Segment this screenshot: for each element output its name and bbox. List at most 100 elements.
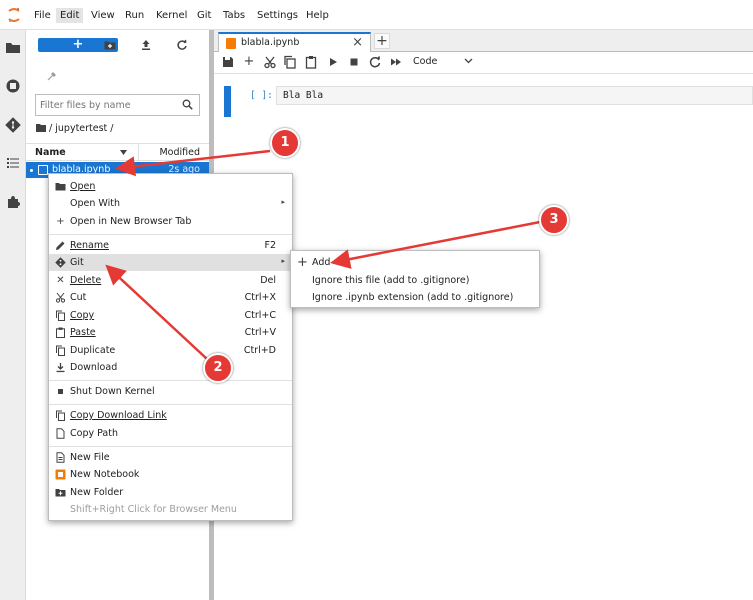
new-folder-icon[interactable] [104, 38, 116, 52]
menu-item-browser-menu-hint: Shift+Right Click for Browser Menu [49, 501, 292, 518]
add-tab-button[interactable]: + [374, 33, 390, 49]
menu-run[interactable]: Run [121, 8, 148, 23]
close-icon[interactable]: × [352, 35, 363, 50]
folder-icon [55, 183, 66, 191]
fast-forward-icon[interactable] [389, 55, 403, 69]
menu-item-label: Download [70, 362, 118, 373]
menu-edit[interactable]: Edit [56, 8, 84, 23]
menu-item-shortcut: Ctrl+D [243, 345, 276, 356]
menu-item-duplicate[interactable]: Duplicate Ctrl+D [49, 342, 292, 359]
menu-item-label: New File [70, 452, 110, 463]
plus-icon: + [56, 216, 65, 227]
filter-input[interactable] [40, 98, 175, 112]
menu-item-open-new-tab[interactable]: + Open in New Browser Tab [49, 213, 292, 230]
menu-item-copy-path[interactable]: Copy Path [49, 425, 292, 442]
menu-item-git[interactable]: Git ▸ [49, 254, 292, 271]
copy-icon[interactable] [283, 55, 297, 69]
menu-item-shut-down-kernel[interactable]: Shut Down Kernel [49, 383, 292, 400]
breadcrumb-path[interactable]: / jupytertest / [49, 123, 113, 134]
git-icon [55, 257, 66, 268]
running-indicator-icon [30, 169, 33, 172]
restart-icon[interactable] [368, 55, 382, 69]
menu-item-git-add[interactable]: + Add [291, 254, 539, 271]
menu-separator [49, 234, 292, 235]
menu-item-open-with[interactable]: Open With ▸ [49, 195, 292, 212]
menu-view[interactable]: View [87, 8, 119, 23]
menu-item-shortcut: Del [260, 275, 276, 286]
paste-icon[interactable] [304, 55, 318, 69]
menu-item-open[interactable]: Open [49, 178, 292, 195]
menu-bar: File Edit View Run Kernel Git Tabs Setti… [0, 0, 753, 30]
menu-item-download[interactable]: Download [49, 359, 292, 376]
menu-item-new-folder[interactable]: New Folder [49, 484, 292, 501]
notebook-icon [226, 38, 236, 49]
cell-collapser[interactable] [224, 86, 231, 117]
menu-item-label: Cut [70, 292, 87, 303]
menu-file[interactable]: File [30, 8, 55, 23]
git-icon[interactable] [5, 117, 21, 133]
cell-source: Bla Bla [283, 90, 324, 101]
paste-icon [56, 327, 65, 338]
menu-item-delete[interactable]: ✕ Delete Del [49, 272, 292, 289]
menu-tabs[interactable]: Tabs [219, 8, 249, 23]
annotation-badge-3: 3 [539, 205, 569, 235]
menu-item-label: Open [70, 181, 96, 192]
cut-icon[interactable] [263, 55, 277, 69]
tab-title: blabla.ipynb [241, 37, 300, 48]
running-kernels-icon[interactable] [5, 78, 21, 94]
menu-separator [49, 380, 292, 381]
table-of-contents-icon[interactable] [5, 155, 21, 171]
folder-icon[interactable] [36, 123, 46, 132]
column-divider[interactable] [138, 144, 139, 162]
insert-cell-icon[interactable]: + [242, 55, 256, 69]
duplicate-icon [56, 345, 65, 356]
refresh-icon[interactable] [176, 38, 188, 52]
notebook-icon [38, 165, 48, 175]
menu-item-rename[interactable]: Rename F2 [49, 237, 292, 254]
menu-item-label: Delete [70, 275, 102, 286]
tab-notebook[interactable]: blabla.ipynb × [218, 32, 371, 53]
menu-item-label: Ignore .ipynb extension (add to .gitigno… [312, 292, 514, 303]
menu-item-ignore-file[interactable]: Ignore this file (add to .gitignore) [291, 272, 539, 289]
menu-item-label: Add [312, 257, 331, 268]
run-icon[interactable] [326, 55, 340, 69]
filter-box [35, 94, 200, 116]
menu-item-label: Shift+Right Click for Browser Menu [70, 504, 237, 515]
menu-item-copy[interactable]: Copy Ctrl+C [49, 307, 292, 324]
menu-git[interactable]: Git [193, 8, 215, 23]
folder-icon[interactable] [5, 40, 21, 56]
menu-item-paste[interactable]: Paste Ctrl+V [49, 324, 292, 341]
menu-help[interactable]: Help [302, 8, 333, 23]
file-icon [56, 428, 65, 439]
submenu-arrow-icon: ▸ [281, 257, 285, 265]
menu-item-ignore-extension[interactable]: Ignore .ipynb extension (add to .gitigno… [291, 289, 539, 306]
menu-kernel[interactable]: Kernel [152, 8, 191, 23]
annotation-badge-2: 2 [203, 353, 233, 383]
menu-item-cut[interactable]: Cut Ctrl+X [49, 289, 292, 306]
extension-puzzle-icon[interactable] [5, 194, 21, 210]
upload-icon[interactable] [140, 38, 152, 52]
column-name[interactable]: Name [35, 147, 66, 158]
stop-icon[interactable] [347, 55, 361, 69]
menu-settings[interactable]: Settings [253, 8, 302, 23]
menu-item-label: Copy Path [70, 428, 118, 439]
menu-item-shortcut: Ctrl+V [244, 327, 276, 338]
menu-item-new-file[interactable]: New File [49, 449, 292, 466]
git-submenu: + Add Ignore this file (add to .gitignor… [290, 250, 540, 308]
code-cell[interactable]: [ ]: Bla Bla [224, 86, 753, 118]
menu-item-copy-download-link[interactable]: Copy Download Link [49, 407, 292, 424]
cell-editor[interactable]: Bla Bla [276, 86, 753, 105]
tab-bar: blabla.ipynb × + [214, 30, 753, 53]
search-icon [182, 99, 193, 110]
column-modified[interactable]: Modified [159, 147, 200, 158]
menu-separator [49, 404, 292, 405]
file-list-header: Name Modified [26, 143, 209, 162]
menu-item-label: Open With [70, 198, 120, 209]
menu-item-label: Copy Download Link [70, 410, 167, 421]
menu-item-new-notebook[interactable]: New Notebook [49, 466, 292, 483]
chevron-down-icon[interactable] [464, 54, 473, 68]
plus-icon: + [297, 255, 308, 270]
git-clone-icon[interactable] [47, 71, 57, 81]
save-icon[interactable] [221, 55, 235, 69]
breadcrumb: / jupytertest / [36, 123, 114, 134]
